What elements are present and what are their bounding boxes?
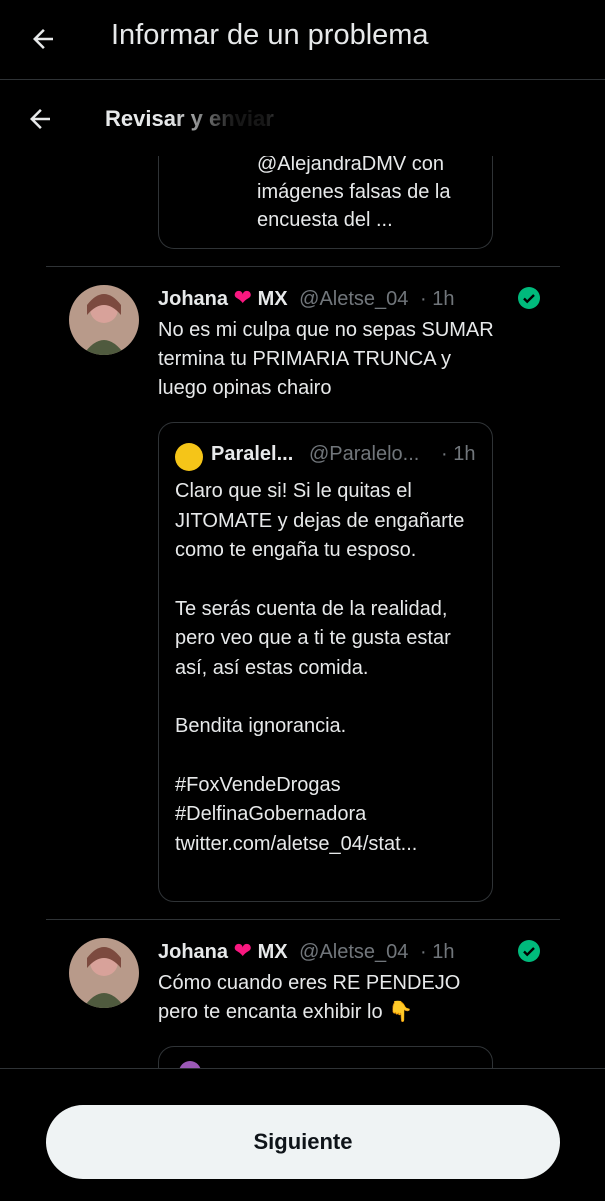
tweet-header: Johana ❤ MX @Aletse_04 · 1h xyxy=(158,285,454,311)
quoted-tweet-text: @AlejandraDMV con imágenes falsas de la … xyxy=(257,153,451,231)
author-handle[interactable]: @Aletse_04 xyxy=(299,941,408,963)
avatar[interactable] xyxy=(69,285,139,355)
sub-header: Revisar y enviar xyxy=(0,80,605,156)
header-fade xyxy=(170,80,330,156)
quoted-tweet-card[interactable] xyxy=(158,1046,493,1068)
back-arrow-icon[interactable] xyxy=(28,24,58,54)
quote-avatar xyxy=(175,443,203,471)
tweet-header: Johana ❤ MX @Aletse_04 · 1h xyxy=(158,938,454,964)
next-button[interactable]: Siguiente xyxy=(46,1105,560,1179)
link: twitter.com/aletse_04/stat... xyxy=(175,832,418,855)
footer: Siguiente xyxy=(0,1068,605,1201)
check-circle-icon[interactable] xyxy=(517,286,541,310)
tweet-text: No es mi culpa que no sepas SUMAR termin… xyxy=(158,319,494,399)
back-arrow-icon[interactable] xyxy=(25,104,55,134)
quote-paragraph: Te serás cuenta de la realidad, pero veo… xyxy=(175,597,451,679)
quote-author-name: Paralel... xyxy=(211,443,294,465)
author-handle[interactable]: @Aletse_04 xyxy=(299,288,408,310)
divider xyxy=(46,266,560,267)
author-name[interactable]: Johana xyxy=(158,941,228,963)
tweet-time: · 1h xyxy=(419,288,455,310)
quoted-tweet-card[interactable]: @AlejandraDMV con imágenes falsas de la … xyxy=(158,140,493,249)
hashtag: #FoxVendeDrogas xyxy=(175,773,341,796)
heart-icon: ❤ xyxy=(233,938,253,963)
avatar[interactable] xyxy=(69,938,139,1008)
tweet-text: Cómo cuando eres RE PENDEJO pero te enca… xyxy=(158,972,461,1023)
quote-text: Claro que si! Si le quitas el JITOMATE y… xyxy=(175,477,475,859)
divider xyxy=(46,919,560,920)
quoted-tweet-card[interactable]: Paralel... @Paralelo... · 1h Claro que s… xyxy=(158,422,493,902)
quote-paragraph: Claro que si! Si le quitas el JITOMATE y… xyxy=(175,480,465,561)
author-suffix: MX xyxy=(257,288,288,310)
author-name[interactable]: Johana xyxy=(158,288,228,310)
tweet-time: · 1h xyxy=(419,941,455,963)
quote-avatar xyxy=(179,1061,201,1068)
hashtag: #DelfinaGobernadora xyxy=(175,803,367,825)
page-title: Informar de un problema xyxy=(111,19,429,51)
top-bar: Informar de un problema xyxy=(0,0,605,80)
check-circle-icon[interactable] xyxy=(517,939,541,963)
quote-author-handle: @Paralelo... xyxy=(309,443,420,465)
quote-paragraph: Bendita ignorancia. xyxy=(175,715,347,737)
review-content[interactable]: @AlejandraDMV con imágenes falsas de la … xyxy=(0,80,605,1068)
heart-icon: ❤ xyxy=(233,285,253,310)
quote-time: · 1h xyxy=(441,443,476,465)
author-suffix: MX xyxy=(257,941,288,963)
